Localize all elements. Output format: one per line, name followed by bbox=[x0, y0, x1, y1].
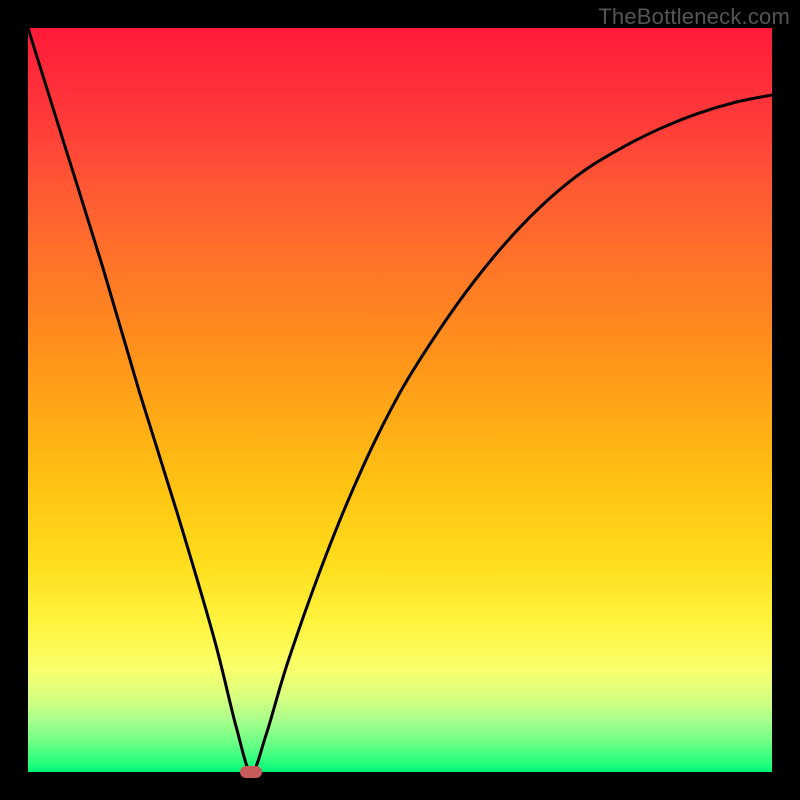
plot-area bbox=[28, 28, 772, 772]
minimum-marker bbox=[240, 766, 262, 778]
bottleneck-curve bbox=[28, 28, 772, 772]
watermark-text: TheBottleneck.com bbox=[598, 4, 790, 30]
chart-frame: TheBottleneck.com bbox=[0, 0, 800, 800]
